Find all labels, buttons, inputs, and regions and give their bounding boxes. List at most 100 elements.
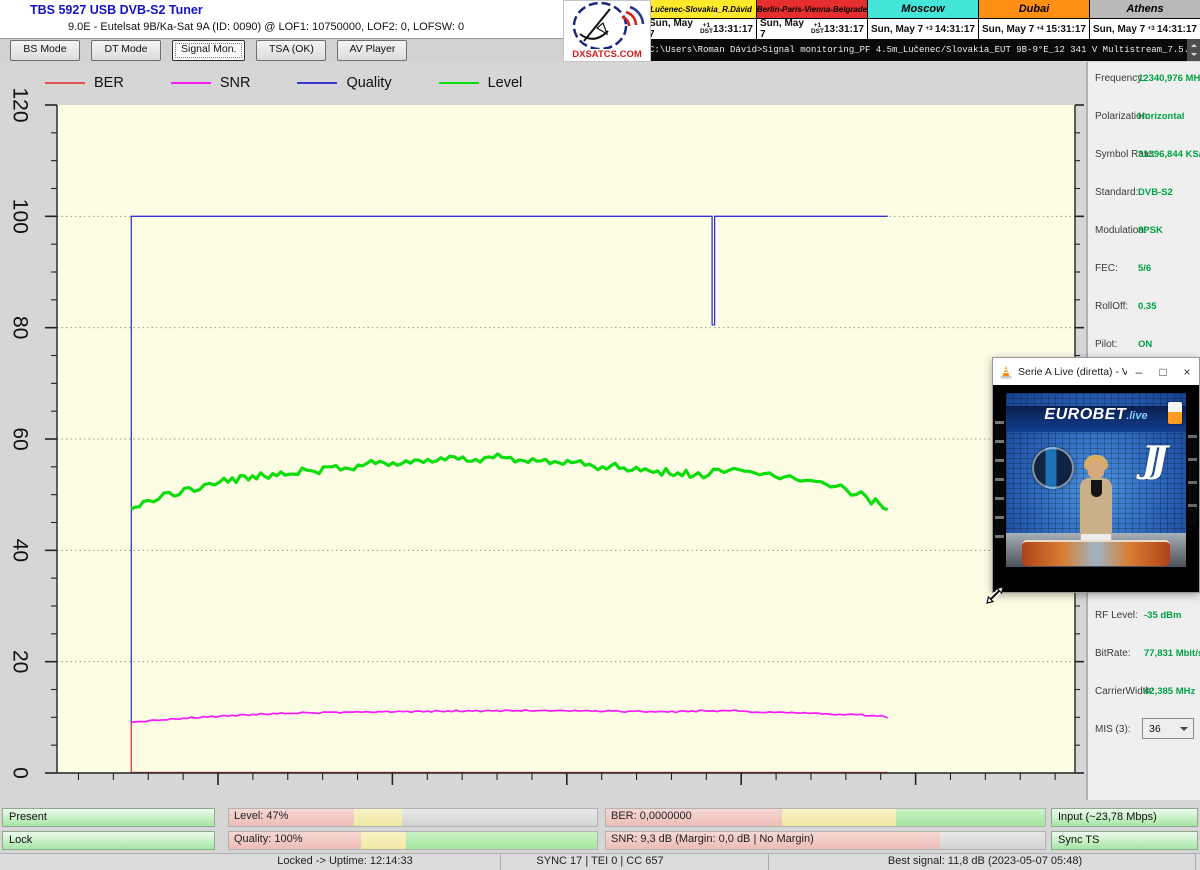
level-text: Level: 47% bbox=[234, 810, 288, 822]
svg-text:0: 0 bbox=[9, 767, 32, 779]
svg-text:120: 120 bbox=[9, 87, 32, 122]
svg-text:20: 20 bbox=[9, 650, 32, 673]
svg-text:80: 80 bbox=[9, 316, 32, 339]
vlc-cone-icon bbox=[999, 365, 1013, 379]
param-row: FEC:5/6 bbox=[1088, 260, 1200, 298]
signal-monitor-panel: 0 20 40 60 80 100 120 BER SNR Quality Level bbox=[0, 62, 1085, 800]
eurobet-banner: EUROBET.live bbox=[1006, 406, 1186, 432]
dxsatcs-logo: DXSATCS.COM bbox=[563, 0, 651, 62]
legend-item-quality: Quality bbox=[297, 75, 391, 91]
legend-swatch bbox=[297, 82, 337, 84]
command-text: C:\Users\Roman Dávid>Signal monitoring_P… bbox=[649, 45, 1200, 55]
status-bar: Locked -> Uptime: 12:14:33 SYNC 17 | TEI … bbox=[0, 853, 1200, 870]
studio-desk bbox=[1022, 540, 1170, 566]
svg-text:60: 60 bbox=[9, 427, 32, 450]
close-button[interactable]: × bbox=[1175, 365, 1199, 379]
clock-city: Dubai bbox=[979, 0, 1089, 19]
atalanta-crest bbox=[1032, 447, 1074, 489]
snr-text: SNR: 9,3 dB (Margin: 0,0 dB | No Margin) bbox=[611, 833, 814, 845]
chart-legend: BER SNR Quality Level bbox=[45, 74, 569, 92]
minimize-button[interactable]: – bbox=[1127, 365, 1151, 379]
lock-badge: Lock bbox=[2, 831, 215, 850]
clock-berlin-paris-vienn: Berlin-Paris-Vienna-BelgradeSun, May 7+1… bbox=[757, 0, 868, 39]
legend-item-level: Level bbox=[439, 75, 523, 91]
mis-select[interactable]: 36 bbox=[1142, 718, 1194, 739]
param-row: Frequency:12340,976 MHz bbox=[1088, 70, 1200, 108]
tab-signal-mon-[interactable]: Signal Mon. bbox=[172, 40, 245, 61]
param-row: Standard:DVB-S2 bbox=[1088, 184, 1200, 222]
presenter-torso bbox=[1080, 478, 1112, 541]
tab-bs-mode[interactable]: BS Mode bbox=[10, 40, 80, 61]
param-row: Symbol Rate:31396,844 KS/s bbox=[1088, 146, 1200, 184]
ber-text: BER: 0,0000000 bbox=[611, 810, 692, 822]
tv-studio-frame: EUROBET.live JJ bbox=[1006, 393, 1186, 567]
signal-chart: 0 20 40 60 80 100 120 bbox=[0, 62, 1085, 800]
tab-tsa-ok-[interactable]: TSA (OK) bbox=[256, 40, 326, 61]
clock-city: Athens bbox=[1090, 0, 1200, 19]
presenter-head bbox=[1088, 461, 1105, 479]
tab-av-player[interactable]: AV Player bbox=[337, 40, 407, 61]
clock-dubai: DubaiSun, May 7+415:31:17 bbox=[979, 0, 1090, 39]
window-title: TBS 5927 USB DVB-S2 Tuner bbox=[30, 3, 203, 17]
eurobet-text: EUROBET bbox=[1044, 406, 1126, 424]
param-row: Modulation:8PSK bbox=[1088, 222, 1200, 260]
quality-text: Quality: 100% bbox=[234, 833, 302, 845]
clock-time: Sun, May 7+1DST13:31:17 bbox=[757, 19, 867, 39]
resize-cursor-icon bbox=[984, 584, 1006, 611]
legend-swatch bbox=[439, 82, 479, 84]
juventus-logo: JJ bbox=[1142, 439, 1160, 481]
statusbar-section-1: SYNC 17 | TEI 0 | CC 657 bbox=[536, 855, 663, 867]
param-row: CarrierWidth:42,385 MHz bbox=[1088, 683, 1200, 721]
command-prompt[interactable]: C:\Users\Roman Dávid>Signal monitoring_P… bbox=[645, 39, 1200, 61]
legend-swatch bbox=[171, 82, 211, 84]
svg-text:40: 40 bbox=[9, 539, 32, 562]
clock-athens: AthensSun, May 7+314:31:17 bbox=[1090, 0, 1200, 39]
param-row: RollOff:0.35 bbox=[1088, 298, 1200, 336]
snr-progress-bar: SNR: 9,3 dB (Margin: 0,0 dB | No Margin) bbox=[605, 831, 1046, 850]
clock-time: Sun, May 7+415:31:17 bbox=[979, 19, 1089, 39]
statusbar-section-0: Locked -> Uptime: 12:14:33 bbox=[277, 855, 412, 867]
titlebar: TBS 5927 USB DVB-S2 Tuner 9.0E - Eutelsa… bbox=[0, 0, 645, 39]
clock-time: Sun, May 7+314:31:17 bbox=[868, 19, 978, 39]
tab-bar: BS Mode DT Mode Signal Mon. TSA (OK) AV Play… bbox=[0, 39, 645, 62]
quality-progress-bar: Quality: 100% bbox=[228, 831, 598, 850]
param-row: Polarization:Horizontal bbox=[1088, 108, 1200, 146]
legend-item-snr: SNR bbox=[171, 75, 251, 91]
ber-progress-bar: BER: 0,0000000 bbox=[605, 808, 1046, 827]
world-clocks: Lučenec-Slovakia_R.DávidSun, May 7+1DST1… bbox=[645, 0, 1200, 39]
scroll-up-icon[interactable] bbox=[1191, 41, 1197, 47]
level-progress-bar: Level: 47% bbox=[228, 808, 598, 827]
clock-moscow: MoscowSun, May 7+314:31:17 bbox=[868, 0, 979, 39]
logo-caption: DXSATCS.COM bbox=[564, 49, 650, 60]
vlc-video-area[interactable]: EUROBET.live JJ bbox=[993, 385, 1199, 592]
sync-ts-badge: Sync TS bbox=[1051, 831, 1198, 850]
clock-city: Berlin-Paris-Vienna-Belgrade bbox=[757, 0, 867, 19]
clock-time: Sun, May 7+314:31:17 bbox=[1090, 19, 1200, 39]
rf-params-group: RF Level:-35 dBmBitRate:77,831 Mbit/sCar… bbox=[1088, 607, 1200, 759]
param-row: BitRate:77,831 Mbit/s bbox=[1088, 645, 1200, 683]
terminal-scrollbar[interactable] bbox=[1187, 39, 1200, 61]
legend-item-ber: BER bbox=[45, 75, 124, 91]
legend-swatch bbox=[45, 82, 85, 84]
tuner-info: 9.0E - Eutelsat 9B/Ka-Sat 9A (ID: 0090) … bbox=[68, 21, 464, 33]
clock-time: Sun, May 7+1DST13:31:17 bbox=[646, 19, 756, 39]
app-window: TBS 5927 USB DVB-S2 Tuner 9.0E - Eutelsa… bbox=[0, 0, 1200, 870]
clock-city: Lučenec-Slovakia_R.Dávid bbox=[646, 0, 756, 19]
svg-text:100: 100 bbox=[9, 199, 32, 234]
vlc-titlebar[interactable]: Serie A Live (diretta) - VLC ... – □ × bbox=[993, 358, 1199, 385]
param-row-mis: MIS (3):36 bbox=[1088, 721, 1200, 759]
statusbar-section-2: Best signal: 11,8 dB (2023-05-07 05:48) bbox=[888, 855, 1082, 867]
vlc-title-text: Serie A Live (diretta) - VLC ... bbox=[1018, 366, 1127, 378]
present-badge: Present bbox=[2, 808, 215, 827]
vlc-window[interactable]: Serie A Live (diretta) - VLC ... – □ × E… bbox=[992, 357, 1200, 593]
eurobet-live-text: .live bbox=[1126, 410, 1147, 422]
clock-lu-enec-slovakia-r: Lučenec-Slovakia_R.DávidSun, May 7+1DST1… bbox=[646, 0, 757, 39]
scroll-down-icon[interactable] bbox=[1191, 53, 1197, 59]
tab-dt-mode[interactable]: DT Mode bbox=[91, 40, 161, 61]
maximize-button[interactable]: □ bbox=[1151, 365, 1175, 379]
input-badge: Input (~23,78 Mbps) bbox=[1051, 808, 1198, 827]
satellite-dish-icon bbox=[564, 1, 650, 49]
param-row: RF Level:-35 dBm bbox=[1088, 607, 1200, 645]
chevron-down-icon bbox=[1180, 727, 1188, 735]
signal-params-group: Frequency:12340,976 MHzPolarization:Hori… bbox=[1088, 70, 1200, 374]
